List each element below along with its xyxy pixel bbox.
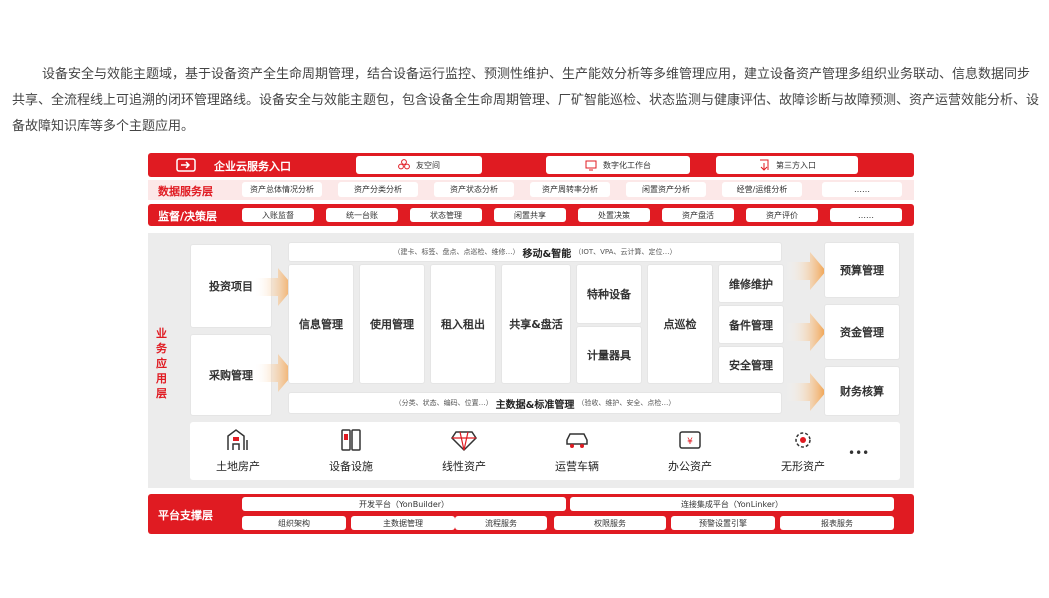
platform-service[interactable]: 流程服务 xyxy=(455,516,547,530)
mobile-bar-suffix: （IOT、VPA、云计算、定位…） xyxy=(574,248,677,256)
mobile-bar-prefix: （建卡、标签、盘点、点巡检、维修…） xyxy=(393,248,520,256)
module-lease[interactable]: 租入租出 xyxy=(430,264,496,384)
module-measuring-instruments[interactable]: 计量器具 xyxy=(576,326,642,384)
cloud-entry-label: 友空间 xyxy=(416,160,440,170)
platform-service[interactable]: 权限服务 xyxy=(554,516,666,530)
intro-paragraph: 设备安全与效能主题域，基于设备资产全生命周期管理，结合设备运行监控、预测性维护、… xyxy=(12,67,1040,134)
financial-accounting-box[interactable]: 财务核算 xyxy=(824,366,900,416)
asset-label: 无形资产 xyxy=(781,460,825,473)
svg-text:¥: ¥ xyxy=(687,437,693,447)
data-layer-item[interactable]: 资产分类分析 xyxy=(338,182,418,197)
enter-icon xyxy=(760,159,769,171)
module-safety[interactable]: 安全管理 xyxy=(718,346,784,384)
data-layer-item[interactable]: 资产总体情况分析 xyxy=(242,182,322,197)
platform-service[interactable]: 报表服务 xyxy=(780,516,894,530)
data-layer-item[interactable]: 资产状态分析 xyxy=(434,182,514,197)
module-special-equipment[interactable]: 特种设备 xyxy=(576,264,642,324)
right-arrow-icon xyxy=(786,313,826,351)
wallet-icon: ¥ xyxy=(679,431,701,449)
module-share-revitalize[interactable]: 共享&盘活 xyxy=(501,264,571,384)
mobile-bar-title: 移动&智能 xyxy=(522,248,572,260)
asset-intangible[interactable]: 无形资产 xyxy=(763,428,843,474)
equipment-icon xyxy=(341,429,361,451)
cloud-entry-youkongjian[interactable]: 友空间 xyxy=(356,156,482,174)
data-layer-item[interactable]: 资产周转率分析 xyxy=(530,182,610,197)
supervise-item[interactable]: 处置决策 xyxy=(578,208,650,222)
asset-label: 线性资产 xyxy=(442,460,486,473)
module-info-management[interactable]: 信息管理 xyxy=(288,264,354,384)
asset-label: 土地房产 xyxy=(216,460,260,473)
asset-label: 设备设施 xyxy=(329,460,373,473)
right-arrow-icon xyxy=(786,373,826,411)
fund-management-box[interactable]: 资金管理 xyxy=(824,304,900,360)
login-icon xyxy=(176,158,196,172)
data-layer-item[interactable]: 经营/运维分析 xyxy=(722,182,802,197)
flower-icon xyxy=(398,159,410,170)
data-layer-item[interactable]: 闲置资产分析 xyxy=(626,182,706,197)
mobile-intelligence-bar[interactable]: （建卡、标签、盘点、点巡检、维修…） 移动&智能 （IOT、VPA、云计算、定位… xyxy=(288,242,782,262)
supervise-item[interactable]: 入账监督 xyxy=(242,208,314,222)
master-bar-prefix: （分类、状态、编码、位置…） xyxy=(394,399,493,407)
master-bar-title: 主数据&标准管理 xyxy=(495,399,575,411)
diamond-icon xyxy=(451,431,477,452)
cloud-entry-thirdparty[interactable]: 第三方入口 xyxy=(716,156,858,174)
master-bar-suffix: （验收、维护、安全、点检…） xyxy=(577,399,676,407)
platform-integration[interactable]: 连接集成平台（YonLinker） xyxy=(570,497,894,511)
building-icon xyxy=(227,429,248,450)
supervise-layer: 监督/决策层 入账监督 统一台账 状态管理 闲置共享 处置决策 资产盘活 资产评… xyxy=(148,204,914,226)
cloud-entry-band: 企业云服务入口 友空间 数字化工作台 第三方入口 xyxy=(148,153,914,177)
supervise-item[interactable]: …… xyxy=(830,208,902,222)
asset-vehicles[interactable]: 运营车辆 xyxy=(537,428,617,474)
asset-label: 办公资产 xyxy=(668,460,712,473)
asset-label: 运营车辆 xyxy=(555,460,599,473)
monitor-icon xyxy=(585,160,597,170)
platform-service[interactable]: 主数据管理 xyxy=(351,516,455,530)
supervise-item[interactable]: 闲置共享 xyxy=(494,208,566,222)
cloud-entry-workbench[interactable]: 数字化工作台 xyxy=(546,156,690,174)
supervise-item[interactable]: 统一台账 xyxy=(326,208,398,222)
data-layer-title: 数据服务层 xyxy=(158,185,213,198)
supervise-item[interactable]: 资产评价 xyxy=(746,208,818,222)
supervise-item[interactable]: 资产盘活 xyxy=(662,208,734,222)
platform-service[interactable]: 预警设置引擎 xyxy=(671,516,775,530)
asset-office[interactable]: ¥ 办公资产 xyxy=(650,428,730,474)
car-icon xyxy=(566,433,588,448)
data-service-layer: 数据服务层 资产总体情况分析 资产分类分析 资产状态分析 资产周转率分析 闲置资… xyxy=(148,180,914,200)
module-spot-inspection[interactable]: 点巡检 xyxy=(647,264,713,384)
cloud-entry-title: 企业云服务入口 xyxy=(214,160,291,173)
module-usage-management[interactable]: 使用管理 xyxy=(359,264,425,384)
data-layer-item[interactable]: …… xyxy=(822,182,902,197)
right-arrow-icon xyxy=(786,252,826,290)
platform-service[interactable]: 组织架构 xyxy=(242,516,346,530)
supervise-layer-title: 监督/决策层 xyxy=(158,210,218,223)
platform-layer: 平台支撑层 开发平台（YonBuilder） 连接集成平台（YonLinker）… xyxy=(148,494,914,534)
platform-layer-title: 平台支撑层 xyxy=(158,509,213,522)
asset-land-property[interactable]: 土地房产 xyxy=(198,428,278,474)
platform-dev[interactable]: 开发平台（YonBuilder） xyxy=(242,497,566,511)
cloud-entry-label: 数字化工作台 xyxy=(603,160,651,170)
asset-equipment-facilities[interactable]: 设备设施 xyxy=(311,428,391,474)
module-spare-parts[interactable]: 备件管理 xyxy=(718,305,784,344)
asset-linear[interactable]: 线性资产 xyxy=(424,428,504,474)
budget-management-box[interactable]: 预算管理 xyxy=(824,242,900,298)
module-maintenance[interactable]: 维修维护 xyxy=(718,264,784,303)
gear-icon xyxy=(795,432,811,448)
asset-more[interactable]: ••• xyxy=(848,446,869,460)
cloud-entry-label: 第三方入口 xyxy=(776,160,816,170)
business-layer-title: 业务应用层 xyxy=(156,327,167,400)
master-data-bar[interactable]: （分类、状态、编码、位置…） 主数据&标准管理 （验收、维护、安全、点检…） xyxy=(288,392,782,414)
supervise-item[interactable]: 状态管理 xyxy=(410,208,482,222)
